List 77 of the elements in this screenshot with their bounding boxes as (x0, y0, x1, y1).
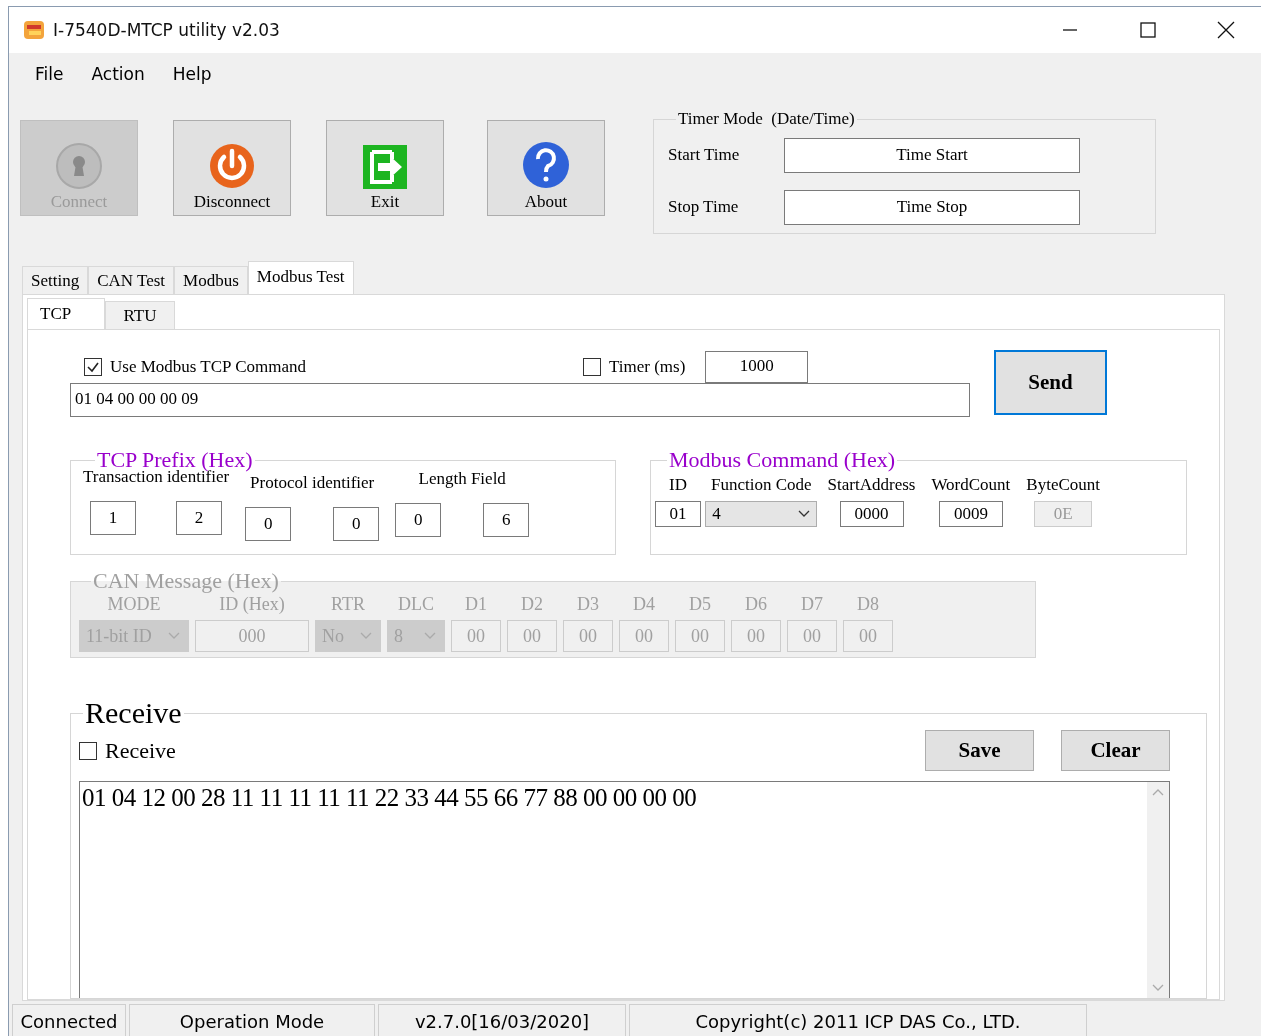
caret-icon (798, 510, 811, 518)
action-button[interactable]: Save (925, 730, 1034, 771)
field-label: D8 (857, 594, 879, 616)
action-button[interactable]: Clear (1061, 730, 1170, 771)
close-icon[interactable] (1217, 21, 1235, 39)
field-label: MODE (107, 594, 161, 616)
field-label: D2 (521, 594, 543, 616)
checkbox-label: Timer (ms) (609, 356, 686, 377)
field-label: D3 (577, 594, 599, 616)
status-text: v2.7.0[16/03/2020] (378, 1004, 626, 1036)
tab[interactable]: Modbus Test (247, 261, 354, 294)
field-label: ByteCount (1025, 475, 1101, 496)
field-label: RTR (331, 594, 365, 616)
field-label: Stop Time (668, 197, 740, 217)
window-title: I-7540D-MTCP utility v2.03 (53, 20, 281, 40)
status-text: Connected (12, 1004, 126, 1036)
field-label: D4 (633, 594, 655, 616)
checkbox[interactable] (79, 741, 97, 760)
field-label: Protocol identifier (250, 473, 375, 494)
menu-item[interactable]: File (21, 60, 78, 88)
command-field[interactable]: 01 04 00 00 00 09 (70, 383, 970, 417)
field-label: D7 (801, 594, 823, 616)
field-label: Start Time (668, 145, 741, 165)
function-code-dropdown[interactable]: 4 (705, 501, 818, 527)
hex-field[interactable]: 0009 (938, 501, 1003, 527)
time-button[interactable]: Time Stop (784, 189, 1080, 225)
field-label: ID (668, 475, 688, 496)
checkbox-label: Receive (105, 737, 176, 764)
hex-field[interactable]: 0 (395, 503, 442, 537)
hex-field[interactable]: 0000 (839, 501, 904, 527)
hex-field[interactable]: 1 (90, 501, 137, 535)
field-label: WordCount (930, 475, 1012, 496)
toolbar-button[interactable]: About (487, 120, 605, 216)
group-title: CAN Message (Hex) (92, 568, 280, 594)
hex-field[interactable]: 0 (333, 507, 380, 541)
group-title: Receive (84, 696, 183, 730)
caret-icon (168, 632, 180, 640)
timer-field[interactable]: 1000 (705, 350, 809, 383)
menu-item[interactable]: Action (77, 60, 159, 88)
time-button[interactable]: Time Start (784, 137, 1080, 173)
status-text: Operation Mode (129, 1004, 375, 1036)
toolbar-button[interactable]: Exit (326, 120, 444, 216)
checkbox-label: Use Modbus TCP Command (110, 356, 306, 377)
hex-field[interactable]: 0 (245, 507, 292, 541)
caret-icon (360, 632, 372, 640)
hex-field[interactable]: 01 (655, 501, 701, 527)
toolbar-button[interactable]: Disconnect (173, 120, 291, 216)
hex-field[interactable]: 2 (176, 501, 223, 535)
field-label: StartAddress (826, 475, 917, 496)
exit-icon (362, 144, 408, 190)
status-text: Copyright(c) 2011 ICP DAS Co., LTD. (629, 1004, 1087, 1036)
app-logo-icon (23, 19, 45, 41)
maximize-icon[interactable] (1140, 22, 1156, 38)
tab[interactable]: Modbus (174, 266, 248, 294)
caret-icon (424, 632, 436, 640)
field-label: D6 (745, 594, 767, 616)
tab[interactable]: RTU (105, 301, 175, 329)
group-title: Modbus Command (Hex) (668, 447, 897, 473)
field-label: D5 (689, 594, 711, 616)
checkbox[interactable] (583, 357, 601, 376)
checkbox[interactable] (84, 357, 102, 376)
keyhole-icon (55, 142, 103, 190)
field-label: D1 (465, 594, 487, 616)
field-label: DLC (398, 594, 434, 616)
menu-item[interactable]: Help (158, 60, 226, 88)
power-icon (208, 142, 256, 190)
tab[interactable]: Setting (22, 266, 89, 294)
send-button[interactable]: Send (994, 350, 1107, 415)
hex-field[interactable]: 6 (483, 503, 530, 537)
group-title: Timer Mode (Date/Time) (677, 109, 856, 129)
field-label: ID (Hex) (219, 594, 285, 616)
help-icon (521, 140, 571, 190)
field-label: Length Field (418, 469, 506, 490)
tab[interactable]: CAN Test (88, 266, 175, 294)
tab[interactable]: TCP (27, 298, 105, 329)
receive-output[interactable]: 01 04 12 00 28 11 11 11 11 11 22 33 44 55 66 77 88 00 00 00 00 (79, 781, 1170, 998)
field-label: Function Code (710, 475, 813, 496)
